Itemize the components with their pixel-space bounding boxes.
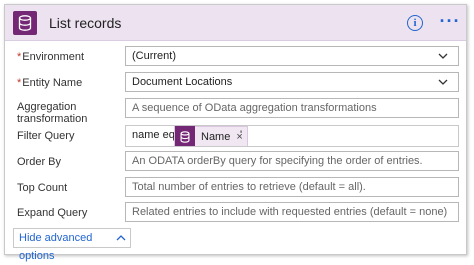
database-icon <box>13 11 37 35</box>
aggregation-label-line1: Aggregation <box>17 101 77 113</box>
environment-value: (Current) <box>132 50 177 62</box>
chevron-down-icon <box>438 53 448 59</box>
expand-query-label: Expand Query <box>17 207 88 219</box>
environment-label-text: Environment <box>22 51 85 63</box>
list-records-card: List records i ··· *Environment (Current… <box>4 4 467 262</box>
token-label: Name <box>201 131 231 143</box>
entity-name-value: Document Locations <box>132 76 233 88</box>
dynamic-content-token[interactable]: Name × <box>174 126 248 146</box>
filter-query-prefix: name eq ' <box>132 129 180 141</box>
filter-query-input[interactable]: name eq ' Name × ' <box>125 125 459 147</box>
aggregation-label: Aggregation transformation <box>17 101 87 125</box>
chevron-up-icon <box>116 235 126 241</box>
required-mark: * <box>17 51 22 63</box>
top-count-label: Top Count <box>17 182 68 194</box>
card-title: List records <box>49 15 122 31</box>
expand-query-input[interactable]: Related entries to include with requeste… <box>125 202 459 222</box>
expand-query-placeholder: Related entries to include with requeste… <box>132 206 448 218</box>
order-by-input[interactable]: An ODATA orderBy query for specifying th… <box>125 151 459 171</box>
chevron-down-icon <box>438 79 448 85</box>
filter-query-label: Filter Query <box>17 130 75 142</box>
aggregation-label-line2: transformation <box>17 113 88 125</box>
database-icon <box>175 126 195 146</box>
entity-name-dropdown[interactable]: Document Locations <box>125 72 459 92</box>
required-mark: * <box>17 77 22 89</box>
filter-query-suffix: ' <box>240 129 243 141</box>
hide-advanced-options-label: Hide advanced options <box>19 232 93 262</box>
top-count-input[interactable]: Total number of entries to retrieve (def… <box>125 177 459 197</box>
environment-label: *Environment <box>17 51 84 63</box>
aggregation-input[interactable]: A sequence of OData aggregation transfor… <box>125 98 459 118</box>
environment-dropdown[interactable]: (Current) <box>125 46 459 66</box>
more-options-button[interactable]: ··· <box>438 9 462 33</box>
top-count-placeholder: Total number of entries to retrieve (def… <box>132 181 366 193</box>
card-header[interactable]: List records i ··· <box>5 5 466 41</box>
hide-advanced-options-button[interactable]: Hide advanced options <box>13 228 131 262</box>
info-button[interactable]: i <box>407 15 423 31</box>
entity-name-label: *Entity Name <box>17 77 82 89</box>
entity-name-label-text: Entity Name <box>22 77 83 89</box>
aggregation-placeholder: A sequence of OData aggregation transfor… <box>132 102 377 114</box>
order-by-placeholder: An ODATA orderBy query for specifying th… <box>132 155 423 167</box>
order-by-label: Order By <box>17 156 62 168</box>
